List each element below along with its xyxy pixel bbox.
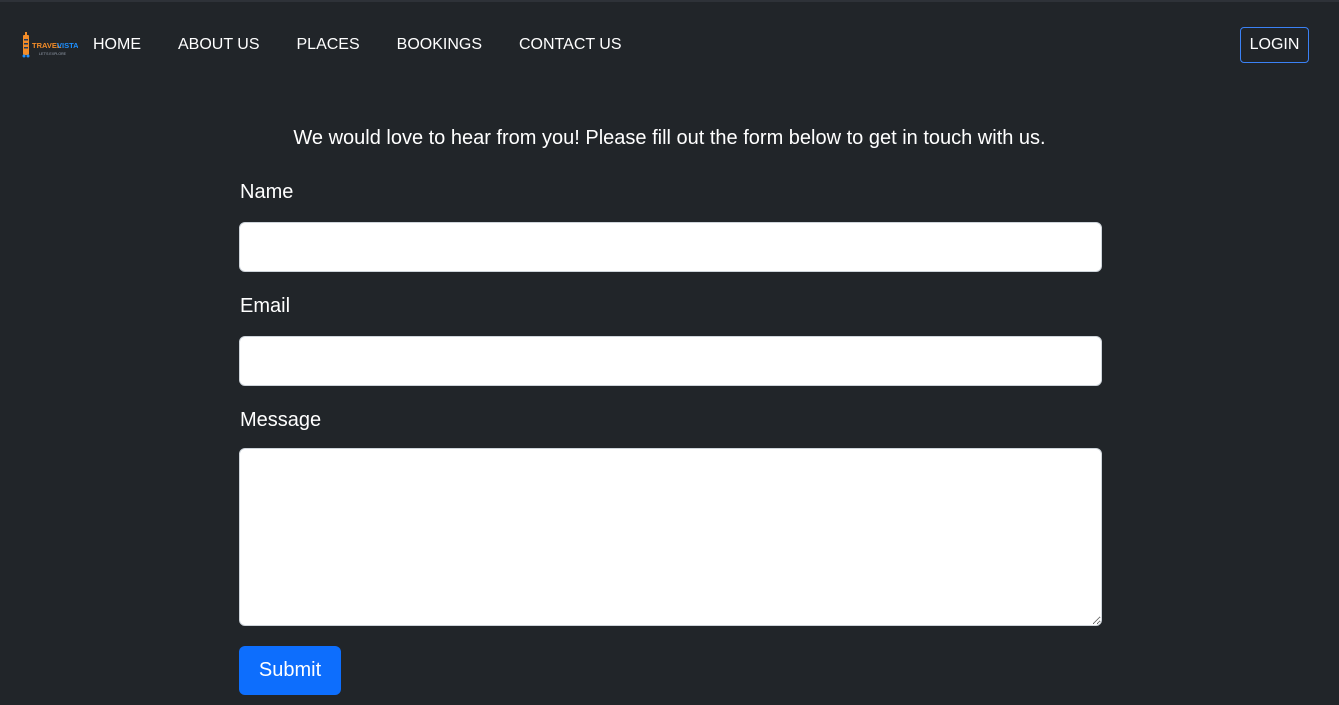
email-input[interactable] bbox=[239, 336, 1102, 386]
name-label: Name bbox=[240, 181, 294, 203]
email-field-group: Email bbox=[239, 292, 1102, 386]
message-textarea[interactable] bbox=[239, 448, 1102, 626]
name-field-group: Name bbox=[239, 178, 1102, 272]
submit-button[interactable]: Submit bbox=[239, 646, 341, 695]
nav-home[interactable]: HOME bbox=[93, 36, 141, 53]
svg-text:VISTA: VISTA bbox=[57, 41, 78, 50]
contact-intro-text: We would love to hear from you! Please f… bbox=[293, 127, 1046, 149]
travel-vista-logo[interactable]: TRAVEL VISTA LET'S EXPLORE bbox=[20, 28, 78, 64]
nav-about-us[interactable]: ABOUT US bbox=[178, 36, 260, 53]
message-label: Message bbox=[240, 409, 322, 431]
navbar: TRAVEL VISTA LET'S EXPLORE HOME ABOUT US… bbox=[0, 2, 1339, 86]
nav-bookings[interactable]: BOOKINGS bbox=[397, 36, 482, 53]
name-input[interactable] bbox=[239, 222, 1102, 272]
svg-text:LET'S EXPLORE: LET'S EXPLORE bbox=[39, 52, 67, 56]
email-label: Email bbox=[240, 295, 291, 317]
nav-contact-us[interactable]: CONTACT US bbox=[519, 36, 622, 53]
login-button[interactable]: LOGIN bbox=[1240, 27, 1309, 63]
nav-links: HOME ABOUT US PLACES BOOKINGS CONTACT US bbox=[93, 35, 659, 55]
nav-places[interactable]: PLACES bbox=[297, 36, 360, 53]
message-field-group: Message bbox=[239, 406, 1102, 626]
